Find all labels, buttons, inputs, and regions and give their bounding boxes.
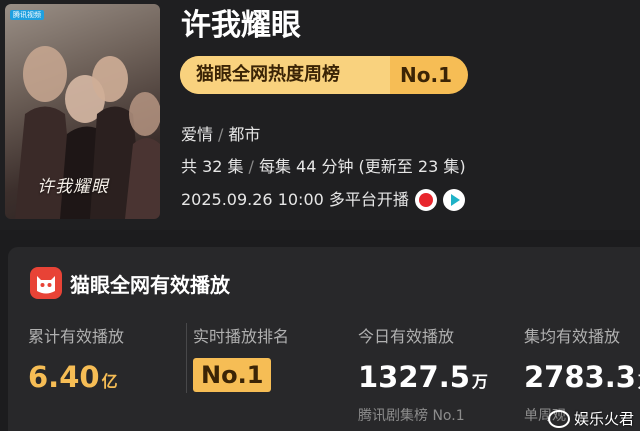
stat-total-playback: 累计有效播放 6.40 亿	[28, 326, 124, 401]
stat-value: 6.40 亿	[28, 360, 118, 394]
realtime-rank-badge: No.1	[193, 358, 272, 392]
stat-label: 累计有效播放	[28, 327, 125, 346]
iqiyi-icon[interactable]	[442, 189, 465, 211]
watermark-text: 娱乐火君	[573, 410, 634, 428]
stat-label: 今日有效播放	[358, 327, 455, 346]
genre-line: 爱情 / 都市	[181, 124, 260, 146]
episode-info: 共 32 集 / 每集 44 分钟 (更新至 23 集)	[181, 156, 466, 178]
card-header: 猫眼全网有效播放	[30, 267, 230, 299]
stat-today-playback: 今日有效播放 1327.5 万 腾讯剧集榜 No.1	[358, 326, 488, 425]
stat-unit: 万	[471, 372, 488, 391]
stat-value: 2783.3万	[524, 358, 640, 401]
genre-tag[interactable]: 都市	[228, 125, 260, 144]
tencent-video-icon[interactable]	[414, 189, 437, 211]
maoyan-cat-icon	[30, 267, 62, 299]
premiere-datetime: 2025.09.26 10:00 多平台开播	[181, 190, 409, 209]
premiere-info: 2025.09.26 10:00 多平台开播	[181, 189, 465, 211]
weibo-watermark: 娱乐火君	[547, 408, 634, 429]
rank-label: 猫眼全网热度周榜	[180, 56, 390, 94]
stat-subtext: 腾讯剧集榜 No.1	[358, 408, 465, 424]
stat-value: 1327.5 万	[358, 360, 488, 394]
stat-unit: 亿	[101, 372, 118, 391]
card-title: 猫眼全网有效播放	[70, 272, 230, 297]
platform-badge: 腾讯视频	[10, 10, 44, 20]
rank-value: No.1	[400, 63, 452, 87]
weekly-rank-pill[interactable]: 猫眼全网热度周榜 No.1	[180, 56, 468, 94]
episode-duration-update: 每集 44 分钟 (更新至 23 集)	[258, 157, 466, 176]
playback-card: 猫眼全网有效播放 累计有效播放 6.40 亿 实时播放排名 No.1 今日有效播放…	[8, 247, 640, 431]
genre-separator: /	[218, 125, 224, 144]
stat-realtime-rank: 实时播放排名 No.1	[193, 326, 289, 392]
stat-divider	[186, 323, 187, 393]
stat-label: 实时播放排名	[193, 327, 290, 346]
show-title: 许我耀眼	[181, 8, 301, 43]
show-poster[interactable]: 腾讯视频 许我耀眼	[5, 4, 160, 219]
episode-separator: /	[248, 157, 254, 176]
weibo-icon	[547, 409, 570, 428]
episode-count: 共 32 集	[181, 157, 244, 176]
stat-label: 集均有效播放	[524, 327, 621, 346]
genre-tag[interactable]: 爱情	[181, 125, 213, 144]
poster-title-art: 许我耀眼	[37, 177, 109, 197]
